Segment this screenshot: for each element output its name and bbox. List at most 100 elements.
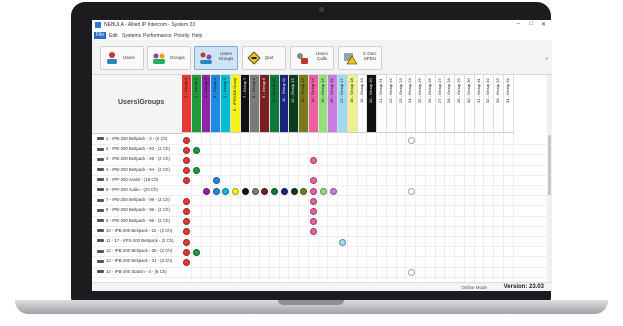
membership-dot[interactable]: [183, 177, 191, 185]
group-column-header[interactable]: 2 - Group 2: [191, 75, 202, 133]
table-row[interactable]: 14 - IPB-200 Station - 4 - (8 Ch): [92, 268, 547, 278]
table-row[interactable]: 2 - IPB-200 Beltpack - 93 - (2 Ch): [92, 145, 547, 156]
group-column-header[interactable]: 29 - Group 29: [455, 75, 465, 133]
table-row[interactable]: 4 - IPB-200 Beltpack - 94 - (2 Ch): [92, 166, 547, 176]
group-column-header[interactable]: 10 - Group 10: [269, 75, 280, 133]
membership-dot[interactable]: [183, 258, 191, 266]
group-column-header[interactable]: 14 - Group 14: [308, 75, 319, 133]
membership-dot[interactable]: [183, 146, 191, 154]
membership-dot[interactable]: [232, 187, 240, 195]
membership-dot[interactable]: [183, 207, 191, 215]
menu-systems[interactable]: Systems: [122, 33, 141, 39]
menu-performance[interactable]: Performance: [143, 33, 172, 39]
group-column-header[interactable]: 32 - Group 32: [484, 75, 494, 133]
menu-help[interactable]: Help: [192, 33, 202, 39]
group-column-header[interactable]: 31 - Group 31: [474, 75, 485, 133]
group-column-header[interactable]: 17 - Group 17: [338, 75, 348, 133]
group-column-header[interactable]: 25 - Group 25: [416, 75, 426, 133]
membership-dot[interactable]: [183, 156, 191, 164]
users-calls-button[interactable]: Users Calls: [290, 46, 334, 70]
membership-dot[interactable]: [407, 136, 415, 144]
group-column-header[interactable]: 20 - Group 20: [367, 75, 377, 133]
membership-dot[interactable]: [329, 187, 337, 195]
table-row[interactable]: 9 - IPB-200 Beltpack - 96 - (2 Ch): [92, 217, 547, 227]
membership-dot[interactable]: [310, 177, 318, 185]
table-row[interactable]: 8 - IPB-200 Beltpack - 96 - (2 Ch): [92, 206, 547, 217]
group-column-header[interactable]: 3 - Group 3: [201, 75, 212, 133]
menu-priority[interactable]: Priority: [174, 33, 190, 39]
users-button[interactable]: Users: [100, 46, 144, 70]
table-row[interactable]: 11 - 17 - KPS-200 Beltpack - (2 Ch): [92, 237, 547, 248]
group-column-header[interactable]: 11 - Group 11: [279, 75, 290, 133]
membership-dot[interactable]: [407, 187, 415, 195]
group-column-header[interactable]: 12 - Group 12: [289, 75, 299, 133]
membership-dot[interactable]: [193, 248, 201, 256]
membership-dot[interactable]: [271, 187, 279, 195]
membership-dot[interactable]: [241, 187, 249, 195]
group-column-header[interactable]: 26 - Group 26: [425, 75, 436, 133]
group-column-header[interactable]: 24 - Group 24: [406, 75, 416, 133]
membership-dot[interactable]: [251, 187, 259, 195]
group-column-header[interactable]: 18 - Group 18: [347, 75, 358, 133]
group-column-header[interactable]: 6 - IPS2000 Group: [230, 75, 241, 133]
membership-dot[interactable]: [183, 238, 191, 246]
users-groups-button[interactable]: Users Groups: [194, 46, 238, 70]
cgen-spdu-button[interactable]: C.Gen. SPDU: [338, 46, 382, 70]
table-row[interactable]: 1 - IPB-200 Beltpack - 3 - (2 Ch): [92, 135, 547, 146]
membership-dot[interactable]: [310, 207, 318, 215]
membership-dot[interactable]: [222, 187, 230, 195]
membership-dot[interactable]: [280, 187, 288, 195]
group-column-header[interactable]: 34 - Group 34: [503, 75, 514, 133]
group-column-header[interactable]: 27 - Group 27: [435, 75, 446, 133]
membership-dot[interactable]: [339, 238, 347, 246]
membership-dot[interactable]: [193, 167, 201, 175]
table-row[interactable]: 12 - IPB-200 Beltpack - 30 - (2 Ch): [92, 247, 547, 258]
table-row[interactable]: 10 - IPB-200 Beltpack - 22 - (2 Ch): [92, 227, 547, 237]
vertical-scrollbar[interactable]: [547, 75, 552, 283]
groups-button[interactable]: Groups: [147, 46, 191, 70]
membership-dot[interactable]: [310, 228, 318, 236]
group-column-header[interactable]: 16 - Group 16: [328, 75, 338, 133]
table-row[interactable]: 3 - IPB-200 Beltpack - 95 - (2 Ch): [92, 155, 547, 166]
group-column-header[interactable]: 19 - Group 19: [357, 75, 368, 133]
table-row[interactable]: 5 - IPP-200 Assist - (16 Ch): [92, 176, 547, 186]
group-column-header[interactable]: 7 - Group 7: [240, 75, 251, 133]
membership-dot[interactable]: [310, 197, 318, 205]
menu-file[interactable]: File: [94, 32, 107, 39]
membership-dot[interactable]: [193, 146, 201, 154]
membership-dot[interactable]: [183, 248, 191, 256]
membership-dot[interactable]: [261, 187, 269, 195]
membership-dot[interactable]: [300, 187, 308, 195]
group-column-header[interactable]: 9 - Group 9: [260, 75, 270, 133]
membership-dot[interactable]: [183, 136, 191, 144]
maximize-icon[interactable]: □: [529, 21, 533, 27]
group-column-header[interactable]: 8 - Group 8: [250, 75, 260, 133]
membership-dot[interactable]: [310, 187, 318, 195]
group-column-header[interactable]: 13 - Group 13: [299, 75, 309, 133]
membership-dot[interactable]: [212, 177, 220, 185]
group-column-header[interactable]: 22 - Group 22: [386, 75, 397, 133]
membership-dot[interactable]: [290, 187, 298, 195]
toolbar-collapse-icon[interactable]: »: [545, 56, 548, 62]
table-row[interactable]: 13 - IPB-200 Beltpack - 31 - (2 Ch): [92, 257, 547, 268]
menu-edit[interactable]: Edit: [109, 33, 118, 39]
membership-dot[interactable]: [183, 167, 191, 175]
membership-dot[interactable]: [407, 269, 415, 277]
table-row[interactable]: 6 - IPP-200 Audio - (20 Ch): [92, 186, 547, 197]
quit-button[interactable]: Quit: [242, 46, 286, 70]
group-column-header[interactable]: 23 - Group 23: [396, 75, 407, 133]
group-column-header[interactable]: 33 - Group 33: [494, 75, 504, 133]
table-row[interactable]: 7 - IPB-200 Beltpack - 99 - (2 Ch): [92, 196, 547, 207]
minimize-icon[interactable]: –: [517, 21, 520, 27]
group-column-header[interactable]: 28 - Group 28: [445, 75, 455, 133]
group-column-header[interactable]: 1 - Group 1: [182, 75, 192, 133]
membership-dot[interactable]: [183, 197, 191, 205]
membership-dot[interactable]: [202, 187, 210, 195]
membership-dot[interactable]: [310, 218, 318, 226]
close-icon[interactable]: ✕: [541, 21, 546, 28]
group-column-header[interactable]: 21 - Group 21: [377, 75, 387, 133]
group-column-header[interactable]: 15 - Group 15: [318, 75, 329, 133]
membership-dot[interactable]: [212, 187, 220, 195]
membership-dot[interactable]: [183, 218, 191, 226]
group-column-header[interactable]: 30 - Group 30: [464, 75, 475, 133]
